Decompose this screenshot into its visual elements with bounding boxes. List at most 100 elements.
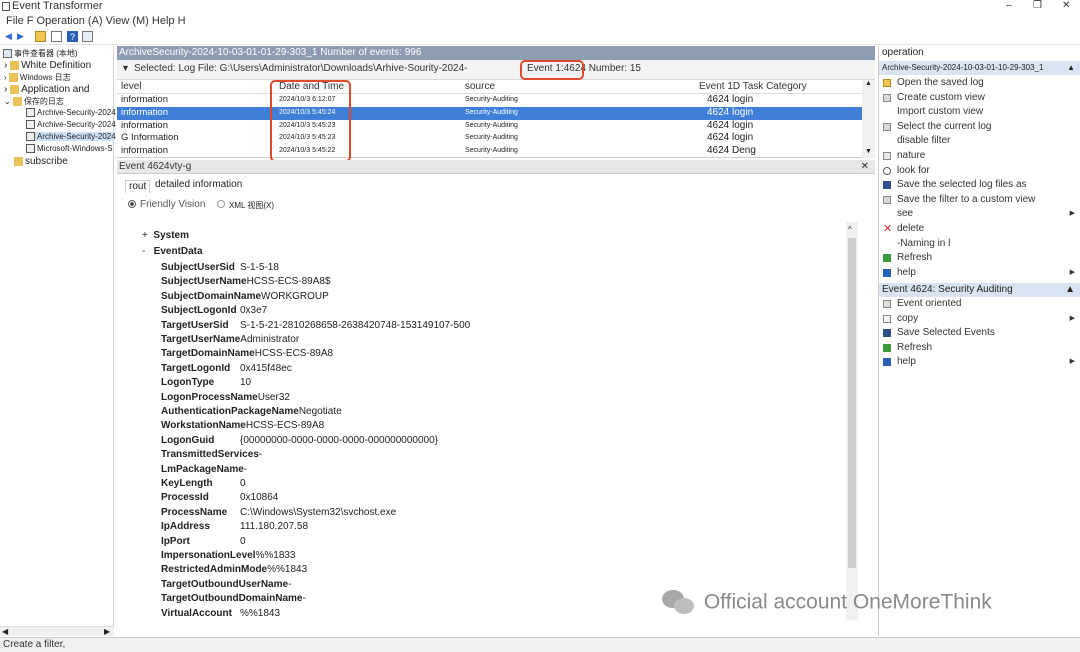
source-cell: Security-Auditing <box>465 122 518 129</box>
tree-item-label: White Definition <box>21 60 92 71</box>
tree-item-archive-1[interactable]: Archive-Security-2024 <box>26 108 116 118</box>
action-event-oriented[interactable]: Event oriented <box>879 297 1080 311</box>
action-import-custom-view[interactable]: Import custom view <box>879 105 1080 119</box>
detail-scrollbar-thumb[interactable] <box>848 238 856 568</box>
action-look-for[interactable]: look for <box>879 164 1080 178</box>
tab-general[interactable]: rout <box>125 180 151 193</box>
menu-text[interactable]: File F Operation (A) View (M) Help H <box>6 15 186 27</box>
filter-icon: ▼ <box>121 63 130 73</box>
tree-item-label: Archive-Security-2024 <box>37 120 116 129</box>
action-save-the-selected-log-files-as[interactable]: Save the selected log files as <box>879 178 1080 192</box>
field-value: Negotiate <box>298 406 342 417</box>
xml-view-radio[interactable] <box>217 200 225 208</box>
field-key: IpPort <box>161 535 190 547</box>
scroll-right-icon[interactable]: ▶ <box>104 627 110 636</box>
tree-item-archive-2[interactable]: Archive-Security-2024 <box>26 120 116 130</box>
system-node[interactable]: + System <box>142 230 189 244</box>
action-save-selected-events[interactable]: Save Selected Events <box>879 326 1080 340</box>
scroll-up-icon[interactable]: ▲ <box>865 80 872 87</box>
action-help[interactable]: help ▶ <box>879 266 1080 280</box>
tree-item-subscriptions[interactable]: subscribe <box>14 156 68 167</box>
event-field-row: SubjectUserNameHCSS-ECS-89A8$ <box>161 276 331 290</box>
column-source[interactable]: source <box>465 80 495 93</box>
event-actions-header[interactable]: Event 4624: Security Auditing ▲ <box>879 283 1080 297</box>
friendly-view-radio[interactable] <box>128 200 136 208</box>
event-row[interactable]: G Information 2024/10/3 5:45:23 Security… <box>117 132 862 145</box>
tree-root[interactable]: 事件查看器 (本地) <box>3 48 78 59</box>
action-refresh[interactable]: Refresh <box>879 341 1080 355</box>
event-row[interactable]: information 2024/10/3 5:45:22 Security-A… <box>117 145 862 158</box>
filter-icon <box>883 195 891 204</box>
action-disable-filter[interactable]: disable filter <box>879 134 1080 148</box>
column-level[interactable]: level <box>121 80 142 93</box>
tree-item-archive-3[interactable]: Archive-Security-2024 <box>26 132 116 142</box>
event-list-scrollbar[interactable]: ▲ ▼ <box>862 80 875 158</box>
detail-scrollbar[interactable]: ^ <box>846 222 858 620</box>
source-cell: Security-Auditing <box>465 109 518 116</box>
view-icon[interactable] <box>82 31 93 42</box>
forward-icon[interactable]: ▶ <box>15 31 26 42</box>
scroll-up-icon[interactable]: ^ <box>848 225 852 234</box>
collapse-icon[interactable]: ▲ <box>1065 283 1075 297</box>
action-save-the-filter-to-a-custom-view[interactable]: Save the filter to a custom view <box>879 193 1080 207</box>
field-key: RestrictedAdminMode <box>161 564 268 576</box>
tree-item-microsoft-windows[interactable]: Microsoft-Windows-S <box>26 144 113 154</box>
tree-item-saved-logs[interactable]: ⌄ 保存的日志 <box>4 96 64 107</box>
event-cell: 4624 login <box>707 132 754 143</box>
field-key: TargetUserSid <box>161 319 229 331</box>
minimize-icon[interactable]: – <box>1006 0 1012 11</box>
action-naming-in-l[interactable]: -Naming in l <box>879 237 1080 251</box>
action-delete[interactable]: ✕ delete <box>879 222 1080 236</box>
field-key: KeyLength <box>161 478 213 489</box>
event-row[interactable]: information 2024/10/3 5:45:23 Security-A… <box>117 120 862 133</box>
action-see[interactable]: see ▶ <box>879 207 1080 221</box>
save-icon <box>883 181 891 190</box>
help-icon[interactable]: ? <box>67 31 78 42</box>
field-value: 0x10864 <box>240 492 279 504</box>
field-value: 0x415f48ec <box>240 362 292 374</box>
event-field-row: VirtualAccount %%1843 <box>161 608 280 622</box>
event-field-row: RestrictedAdminMode%%1843 <box>161 564 307 578</box>
toolbar: ◀ ▶ ? <box>0 29 1080 45</box>
folder-icon[interactable] <box>35 31 46 42</box>
action-select-the-current-log[interactable]: Select the current log <box>879 120 1080 134</box>
restore-icon[interactable]: ❐ <box>1033 0 1042 11</box>
tab-details[interactable]: detailed information <box>155 179 242 190</box>
tree-item-windows-logs[interactable]: › Windows 日志 <box>4 72 71 83</box>
event-cell: 4624 login <box>707 107 754 118</box>
actions-log-title[interactable]: Archive-Security-2024-10-03-01-10-29-303… <box>879 61 1080 75</box>
field-key: TargetOutboundDomainName <box>161 593 303 605</box>
scroll-left-icon[interactable]: ◀ <box>2 627 8 636</box>
close-icon[interactable]: ✕ <box>1062 0 1070 11</box>
filter-icon <box>883 93 891 102</box>
collapse-icon[interactable]: ▲ <box>1067 61 1075 75</box>
action-refresh[interactable]: Refresh <box>879 251 1080 265</box>
action-nature[interactable]: nature <box>879 149 1080 163</box>
action-copy[interactable]: copy ▶ <box>879 312 1080 326</box>
event-actions-header-label: Event 4624: Security Auditing <box>882 284 1013 295</box>
action-help[interactable]: help ▶ <box>879 355 1080 369</box>
menu-bar[interactable]: File F Operation (A) View (M) Help H <box>0 14 1080 29</box>
tree-item-label: Archive-Security-2024 <box>37 108 116 117</box>
properties-icon[interactable] <box>51 31 62 42</box>
event-row-selected[interactable]: information 2024/10/3 5:45:24 Security-A… <box>117 107 862 120</box>
back-icon[interactable]: ◀ <box>3 31 14 42</box>
column-event-id[interactable]: Event 1D Task Category <box>699 80 807 93</box>
scroll-down-icon[interactable]: ▼ <box>865 148 872 155</box>
field-value: %%1843 <box>240 607 281 619</box>
tree-item-applications[interactable]: › Application and <box>4 84 90 95</box>
event-count-highlight <box>520 60 584 80</box>
field-key: SubjectLogonId <box>161 305 237 317</box>
event-field-row: ProcessId 0x10864 <box>161 492 278 506</box>
tree-horizontal-scrollbar[interactable]: ◀ ▶ <box>0 626 114 636</box>
field-value: 0 <box>240 478 246 489</box>
eventdata-node[interactable]: - EventData <box>142 246 203 260</box>
app-icon <box>2 2 10 11</box>
source-cell: Security-Auditing <box>465 134 518 141</box>
event-row[interactable]: information 2024/10/3 6:12:07 Security-A… <box>117 94 862 107</box>
action-label: Event oriented <box>897 298 962 309</box>
tree-item-custom-views[interactable]: › White Definition <box>4 60 91 71</box>
action-open-the-saved-log[interactable]: Open the saved log <box>879 76 1080 90</box>
close-pane-icon[interactable]: ✕ <box>861 160 869 174</box>
action-create-custom-view[interactable]: Create custom view <box>879 91 1080 105</box>
